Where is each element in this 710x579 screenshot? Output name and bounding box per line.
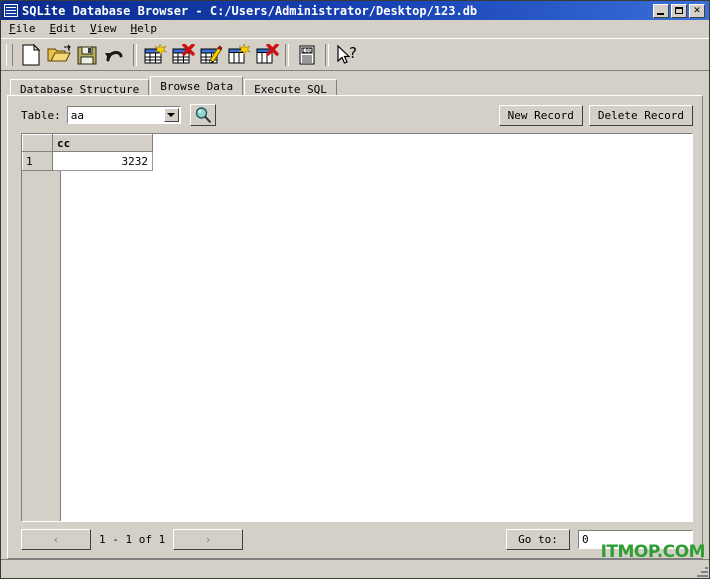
table-select-combo[interactable]: aa <box>66 106 181 124</box>
resize-grip-icon[interactable] <box>694 563 708 577</box>
create-table-icon <box>144 43 167 63</box>
whats-this-icon: ? <box>337 44 357 64</box>
search-button[interactable] <box>189 104 216 126</box>
create-table-button[interactable] <box>141 41 169 68</box>
row-header-1[interactable]: 1 <box>22 151 53 171</box>
data-grid[interactable]: cc 1 3232 <box>21 133 693 522</box>
browse-toolbar-row: Table: aa New Record Delete Record <box>8 96 702 133</box>
delete-table-icon <box>172 43 195 63</box>
log-button[interactable]: LOG <box>293 41 321 68</box>
delete-record-button[interactable]: Delete Record <box>588 104 693 126</box>
table-header-row: cc <box>22 134 153 152</box>
toolbar-separator-2 <box>285 43 289 66</box>
next-page-button[interactable]: › <box>173 529 244 550</box>
menu-file-mnemonic: F <box>9 22 16 35</box>
window-controls: ✕ <box>653 3 707 18</box>
column-header-cc[interactable]: cc <box>52 134 153 152</box>
tab-browse-data[interactable]: Browse Data <box>150 76 244 95</box>
menu-bar: File Edit View Help <box>1 20 709 38</box>
app-window: SQLite Database Browser - C:/Users/Admin… <box>0 0 710 579</box>
cell-1-cc[interactable]: 3232 <box>52 151 153 171</box>
main-toolbar: LOG ? <box>1 39 709 71</box>
goto-input[interactable]: 0 <box>578 530 693 549</box>
table-select-value: aa <box>70 108 84 122</box>
open-database-icon <box>47 44 71 61</box>
create-index-button[interactable] <box>225 41 253 68</box>
toolbar-separator-3 <box>325 43 329 66</box>
database-lines-icon <box>4 4 18 17</box>
minimize-button[interactable] <box>653 3 669 18</box>
revert-changes-button[interactable] <box>101 41 129 68</box>
open-database-button[interactable] <box>45 41 73 68</box>
maximize-button[interactable] <box>671 3 687 18</box>
new-database-button[interactable] <box>17 41 45 68</box>
tab-execute-sql[interactable]: Execute SQL <box>244 79 337 96</box>
row-header-column <box>22 171 61 521</box>
close-icon: ✕ <box>693 5 701 16</box>
grid-corner-cell[interactable] <box>22 134 53 152</box>
save-database-button[interactable] <box>73 41 101 68</box>
menu-edit-rest: dit <box>56 22 76 35</box>
svg-text:?: ? <box>349 44 357 62</box>
whats-this-button[interactable]: ? <box>333 41 361 68</box>
table-select-label: Table: <box>21 108 61 122</box>
svg-text:LOG: LOG <box>302 48 311 54</box>
magnifier-icon <box>195 107 211 123</box>
menu-help-rest: elp <box>137 22 157 35</box>
menu-view-mnemonic: V <box>90 22 97 35</box>
delete-table-button[interactable] <box>169 41 197 68</box>
toolbar-drag-handle[interactable] <box>6 43 13 66</box>
menu-edit[interactable]: Edit <box>50 21 85 36</box>
menu-file[interactable]: File <box>9 21 44 36</box>
modify-table-icon <box>200 45 223 63</box>
record-navigation-row: ‹ 1 - 1 of 1 › Go to: 0 <box>8 522 702 558</box>
save-database-icon <box>77 46 97 64</box>
previous-page-button[interactable]: ‹ <box>21 529 91 550</box>
menu-view-rest: iew <box>96 22 117 35</box>
chevron-down-icon[interactable] <box>163 108 179 122</box>
page-info-label: 1 - 1 of 1 <box>99 533 166 546</box>
new-database-icon <box>22 43 41 65</box>
delete-index-icon <box>256 43 279 63</box>
browse-data-panel: Table: aa New Record Delete Record cc 1 … <box>7 95 703 559</box>
tab-database-structure[interactable]: Database Structure <box>10 79 150 96</box>
toolbar-separator-1 <box>133 43 137 66</box>
status-message <box>1 560 694 578</box>
menu-file-rest: ile <box>15 22 36 35</box>
log-icon: LOG <box>299 45 315 64</box>
modify-table-button[interactable] <box>197 41 225 68</box>
window-title: SQLite Database Browser - C:/Users/Admin… <box>22 3 478 18</box>
title-bar[interactable]: SQLite Database Browser - C:/Users/Admin… <box>1 1 709 20</box>
create-index-icon <box>228 43 251 63</box>
menu-help[interactable]: Help <box>131 21 166 36</box>
close-button[interactable]: ✕ <box>689 3 705 18</box>
toolbar-container: LOG ? <box>1 38 709 71</box>
revert-changes-icon <box>105 50 123 61</box>
menu-view[interactable]: View <box>90 21 125 36</box>
data-grid-table: cc 1 3232 <box>22 134 153 171</box>
new-record-button[interactable]: New Record <box>498 104 583 126</box>
status-bar <box>1 559 709 578</box>
tab-strip: Database Structure Browse Data Execute S… <box>1 75 709 96</box>
goto-button[interactable]: Go to: <box>506 529 570 550</box>
table-row[interactable]: 1 3232 <box>22 151 153 171</box>
delete-index-button[interactable] <box>253 41 281 68</box>
